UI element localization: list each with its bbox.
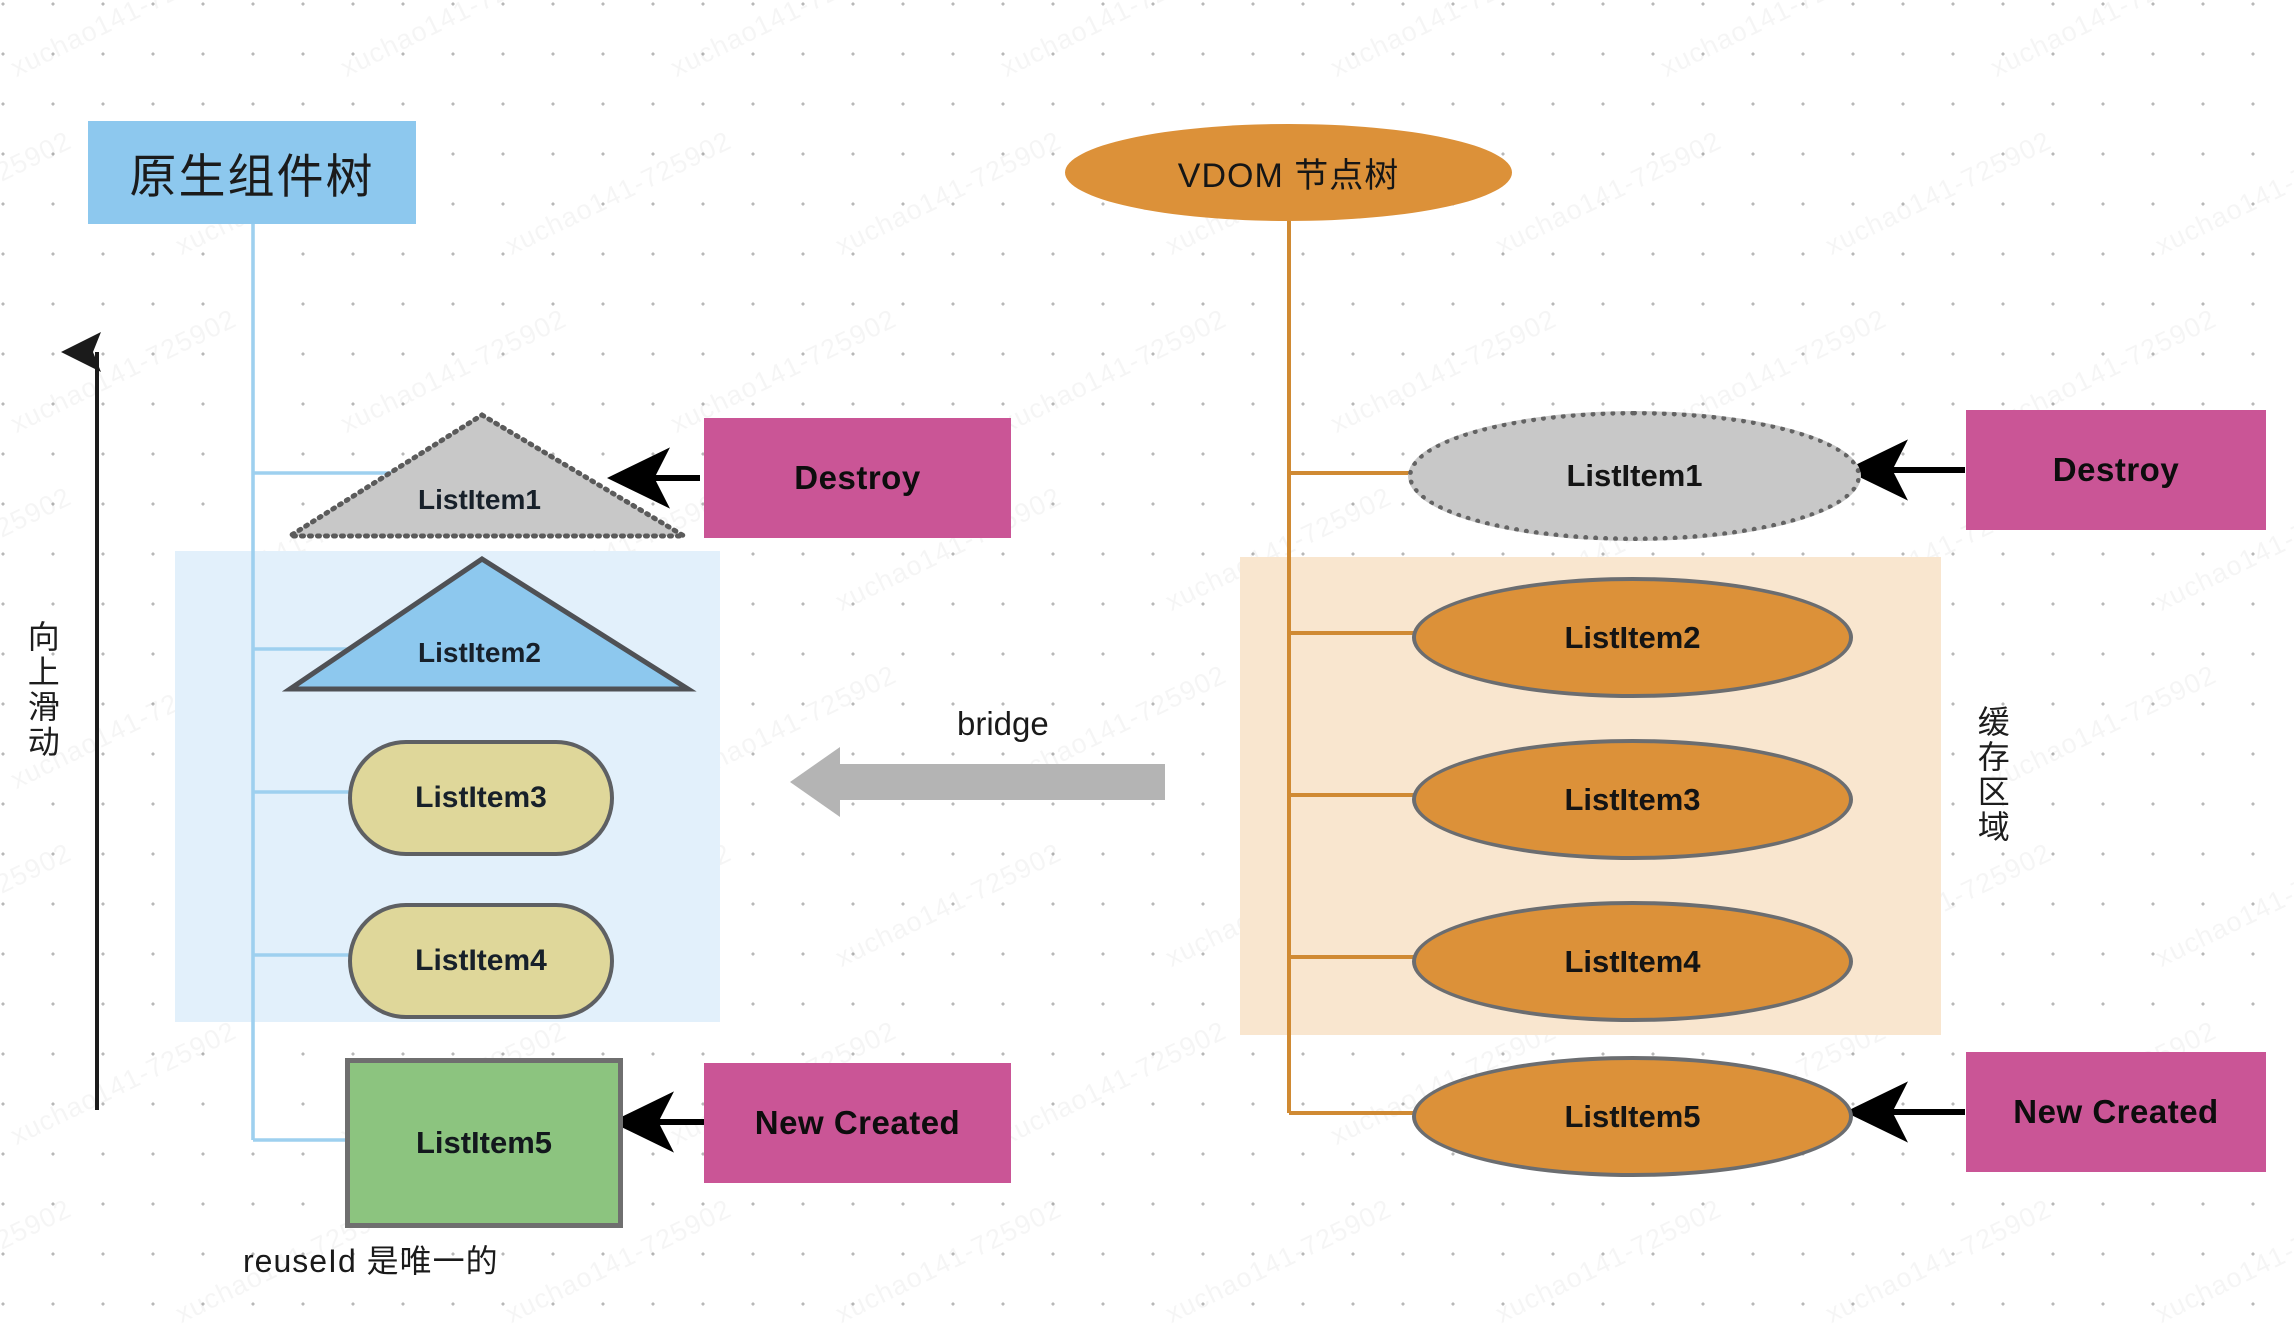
native-node-listitem1-label: ListItem1 bbox=[418, 484, 541, 515]
native-node-listitem4[interactable]: ListItem4 bbox=[348, 903, 614, 1019]
native-node-listitem3-label: ListItem3 bbox=[415, 781, 547, 814]
vdom-node-listitem3-label: ListItem3 bbox=[1564, 781, 1701, 817]
vdom-node-listitem1[interactable]: ListItem1 bbox=[1408, 411, 1861, 541]
vdom-node-listitem5-label: ListItem5 bbox=[1564, 1098, 1701, 1134]
destroy-badge-vdom[interactable]: Destroy bbox=[1966, 410, 2266, 530]
reuseid-note: reuseId 是唯一的 bbox=[243, 1243, 499, 1279]
vdom-node-listitem3[interactable]: ListItem3 bbox=[1412, 739, 1853, 860]
new-created-badge-vdom[interactable]: New Created bbox=[1966, 1052, 2266, 1172]
bridge-label: bridge bbox=[957, 705, 1049, 742]
diagram-canvas: 原生组件树 VDOM 节点树 ListItem1 ListItem2 ListI… bbox=[0, 0, 2294, 1338]
vdom-node-listitem1-label: ListItem1 bbox=[1566, 458, 1703, 493]
shape-layer: 原生组件树 VDOM 节点树 ListItem1 ListItem2 ListI… bbox=[0, 0, 2294, 1338]
vdom-node-listitem4-label: ListItem4 bbox=[1564, 943, 1701, 979]
scroll-direction-label: 向上滑动 bbox=[23, 620, 60, 760]
destroy-badge-native[interactable]: Destroy bbox=[704, 418, 1011, 538]
vdom-node-listitem4[interactable]: ListItem4 bbox=[1412, 901, 1853, 1022]
vdom-tree-title: VDOM 节点树 bbox=[1065, 124, 1512, 221]
vdom-node-listitem2-label: ListItem2 bbox=[1564, 619, 1701, 655]
cache-region-label: 缓存区域 bbox=[1973, 705, 2010, 845]
native-node-listitem3[interactable]: ListItem3 bbox=[348, 740, 614, 856]
vdom-node-listitem2[interactable]: ListItem2 bbox=[1412, 577, 1853, 698]
native-node-listitem5-label: ListItem5 bbox=[415, 1125, 553, 1160]
new-created-badge-native[interactable]: New Created bbox=[704, 1063, 1011, 1183]
native-node-listitem2-label: ListItem2 bbox=[418, 637, 541, 668]
native-node-listitem4-label: ListItem4 bbox=[415, 944, 547, 977]
native-tree-title: 原生组件树 bbox=[88, 121, 416, 224]
vdom-node-listitem5[interactable]: ListItem5 bbox=[1412, 1056, 1853, 1177]
native-node-listitem5[interactable]: ListItem5 bbox=[345, 1058, 623, 1228]
